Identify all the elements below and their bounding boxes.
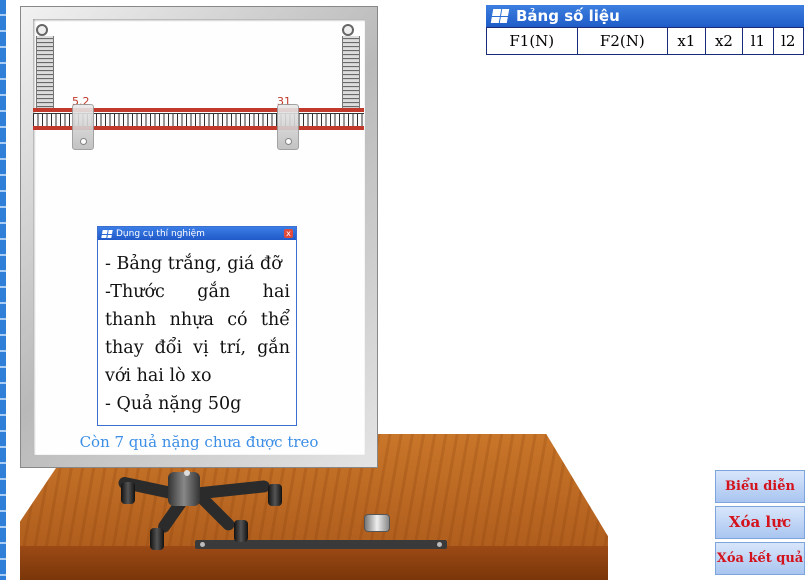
weight-rail-slot <box>195 540 447 549</box>
show-force-button[interactable]: Biểu diễn lực <box>715 470 805 525</box>
close-icon[interactable]: x <box>284 229 293 238</box>
dialog-title: Dụng cụ thí nghiệm <box>116 228 205 239</box>
weight-50g[interactable] <box>364 514 390 532</box>
column-header-f2: F2(N) <box>576 27 669 55</box>
left-edge-strip <box>0 0 6 580</box>
stand-hub <box>168 472 200 506</box>
stand-pin <box>184 470 190 476</box>
data-table-title: Bảng số liệu <box>516 7 620 25</box>
clear-force-button[interactable]: Xóa lực <box>715 506 805 539</box>
windows-flag-icon <box>101 229 113 238</box>
clear-results-button[interactable]: Xóa kết quả <box>715 542 805 575</box>
equipment-dialog: Dụng cụ thí nghiệm x - Bảng trắng, giá đ… <box>97 226 297 426</box>
dialog-titlebar: Dụng cụ thí nghiệm x <box>98 227 296 240</box>
right-slider-marker[interactable] <box>277 104 299 150</box>
slot-screw-right <box>437 542 442 547</box>
stand-foot <box>234 520 248 542</box>
stand-foot <box>150 528 164 550</box>
data-table-header: Bảng số liệu <box>486 5 804 27</box>
remaining-weights-caption: Còn 7 quả nặng chưa được treo <box>79 433 319 451</box>
spring-hook-left <box>36 24 48 36</box>
left-spring <box>36 36 54 110</box>
data-table-panel: Bảng số liệu F1(N) F2(N) x1 x2 l1 l2 <box>486 5 805 55</box>
column-header-l2: l2 <box>772 27 805 55</box>
equipment-line: - Quả nặng 50g <box>105 394 242 414</box>
equipment-line: - Bảng trắng, giá đỡ <box>105 254 282 274</box>
column-header-f1: F1(N) <box>486 27 578 55</box>
table-header-row: F1(N) F2(N) x1 x2 l1 l2 <box>486 27 805 55</box>
spring-hook-right <box>342 24 354 36</box>
dialog-body: - Bảng trắng, giá đỡ -Thước gắn hai than… <box>98 240 296 418</box>
windows-flag-icon <box>490 9 510 23</box>
column-header-x1: x1 <box>667 27 706 55</box>
stand-foot <box>268 484 282 506</box>
desk-edge <box>20 546 608 580</box>
right-spring <box>342 36 360 110</box>
stand-foot <box>121 482 135 504</box>
slot-screw-left <box>200 542 205 547</box>
left-slider-marker[interactable] <box>72 104 94 150</box>
equipment-line: -Thước gắn hai thanh nhựa có thể thay đổ… <box>105 282 290 386</box>
column-header-x2: x2 <box>704 27 744 55</box>
data-table: F1(N) F2(N) x1 x2 l1 l2 <box>486 27 805 55</box>
column-header-l1: l1 <box>742 27 774 55</box>
